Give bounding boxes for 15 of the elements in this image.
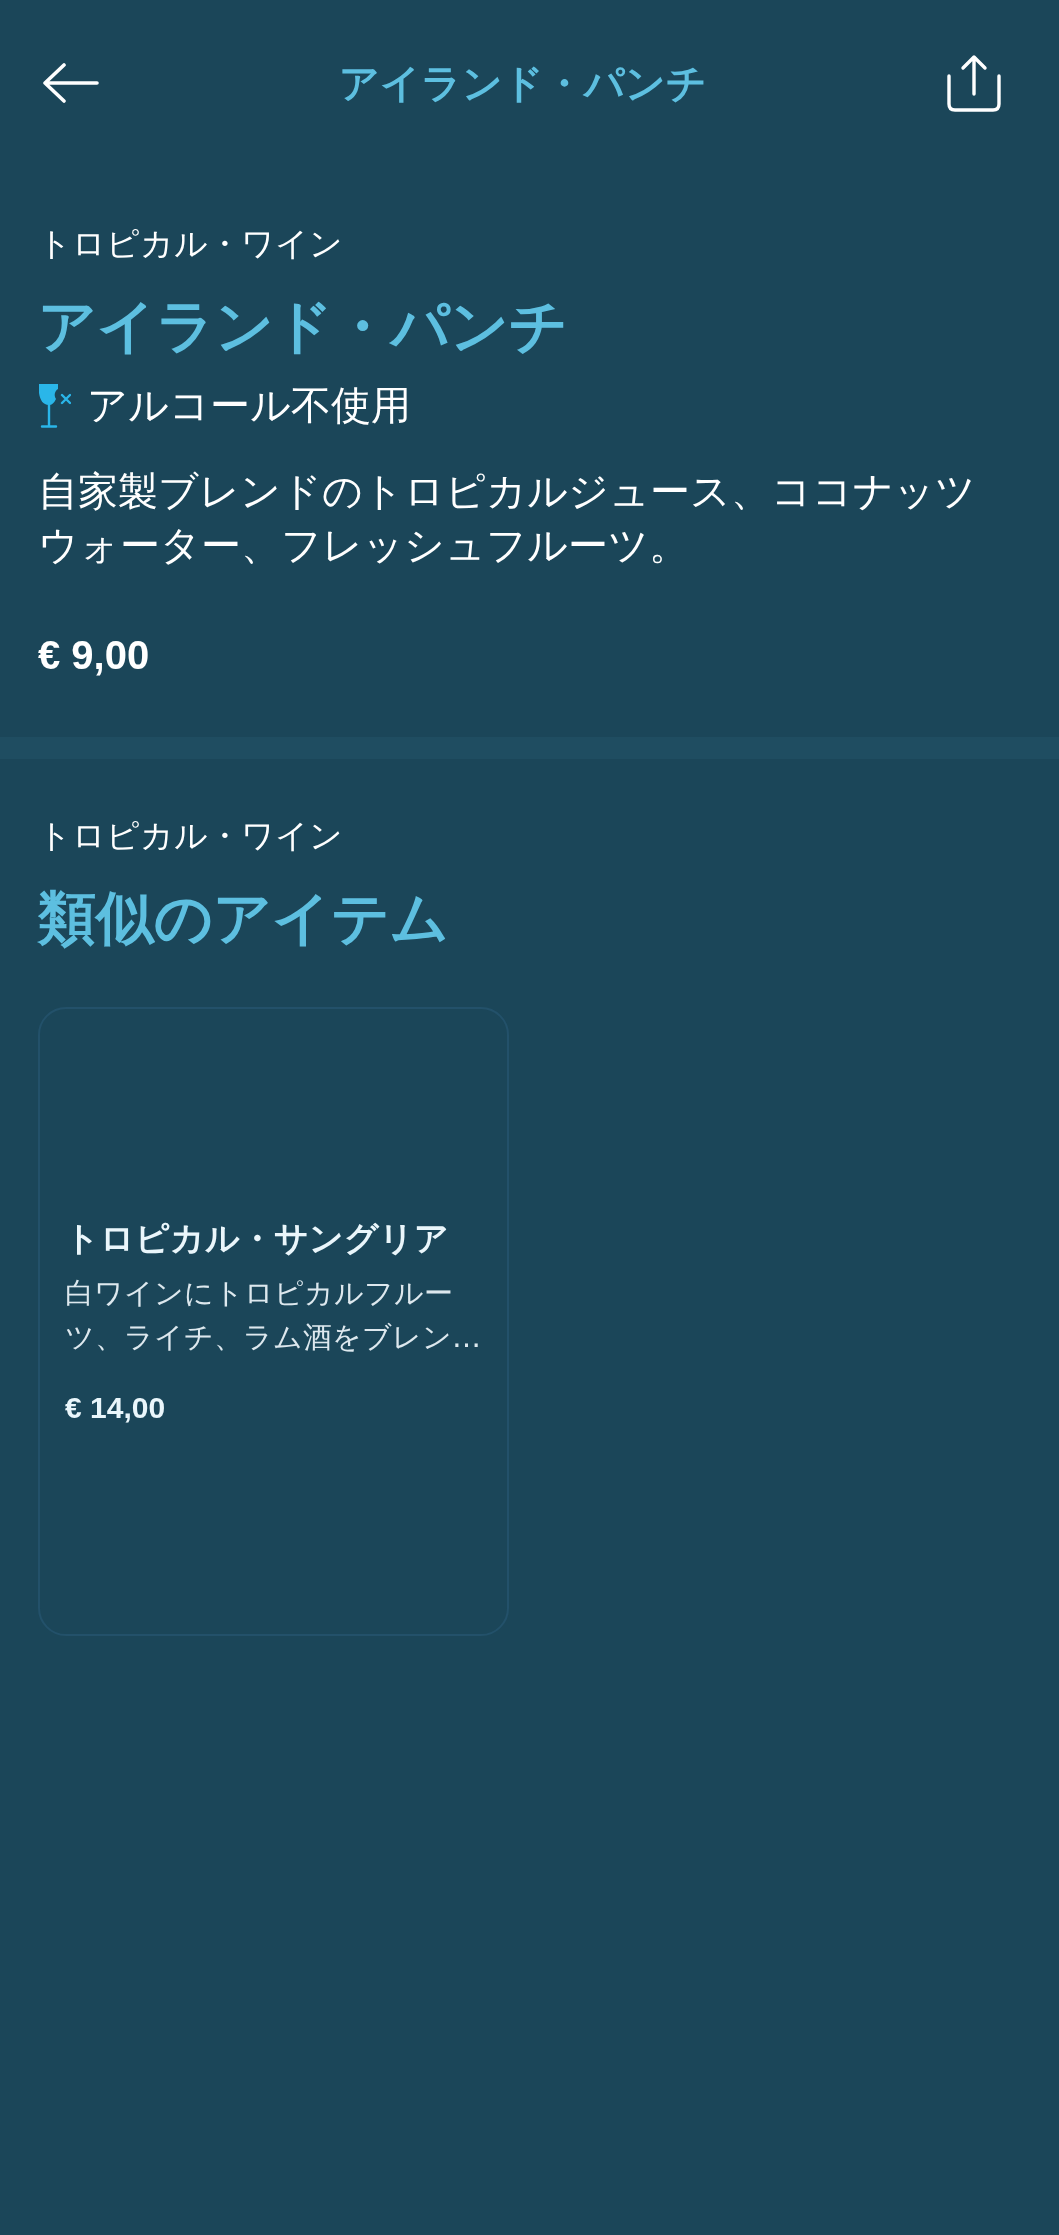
category-label: トロピカル・ワイン: [38, 224, 344, 264]
share-icon: [945, 54, 1003, 112]
product-description: 自家製ブレンドのトロピカルジュース、ココナッツウォーター、フレッシュフルーツ。: [38, 468, 977, 569]
product-name: アイランド・パンチ: [38, 292, 569, 360]
category-label: トロピカル・ワイン: [38, 816, 344, 856]
item-price: € 14,00: [65, 1390, 167, 1426]
item-name: トロピカル・サングリア: [65, 1218, 450, 1259]
similar-item-card[interactable]: トロピカル・サングリア 白ワインにトロピカルフルーツ、ライチ、ラム酒をブレン… € 14,00: [38, 1007, 509, 1636]
page-title: アイランド・パンチ: [339, 60, 707, 107]
glass-cross-icon: [38, 382, 71, 428]
tag-label: アルコール不使用: [87, 382, 411, 429]
section-title: 類似のアイテム: [38, 884, 450, 952]
item-description: 白ワインにトロピカルフルーツ、ライチ、ラム酒をブレン…: [65, 1275, 482, 1356]
product-price: € 9,00: [38, 632, 151, 679]
back-arrow-icon: [43, 63, 99, 103]
